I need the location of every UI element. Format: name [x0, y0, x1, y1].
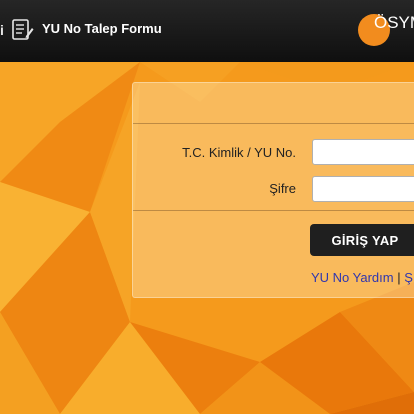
truncated-nav-item[interactable]: i	[0, 22, 4, 38]
login-button[interactable]: GİRİŞ YAP	[310, 224, 414, 256]
help-links: YU No Yardım | Ş	[311, 270, 413, 285]
top-navigation-bar: i YU No Talep Formu ÖSYM	[0, 0, 414, 62]
password-input[interactable]	[312, 176, 414, 202]
panel-divider-top	[133, 123, 414, 124]
link-separator: |	[397, 270, 401, 285]
password-label: Şifre	[269, 181, 296, 196]
second-help-link[interactable]: Ş	[404, 270, 413, 285]
panel-divider-bottom	[133, 210, 414, 211]
tc-kimlik-input[interactable]	[312, 139, 414, 165]
yu-no-help-link[interactable]: YU No Yardım	[311, 270, 394, 285]
tc-kimlik-label: T.C. Kimlik / YU No.	[182, 145, 296, 160]
yu-no-request-form-link[interactable]: YU No Talep Formu	[42, 21, 162, 36]
osym-logo-text: ÖSYM	[374, 13, 414, 32]
form-document-icon[interactable]	[12, 18, 34, 42]
